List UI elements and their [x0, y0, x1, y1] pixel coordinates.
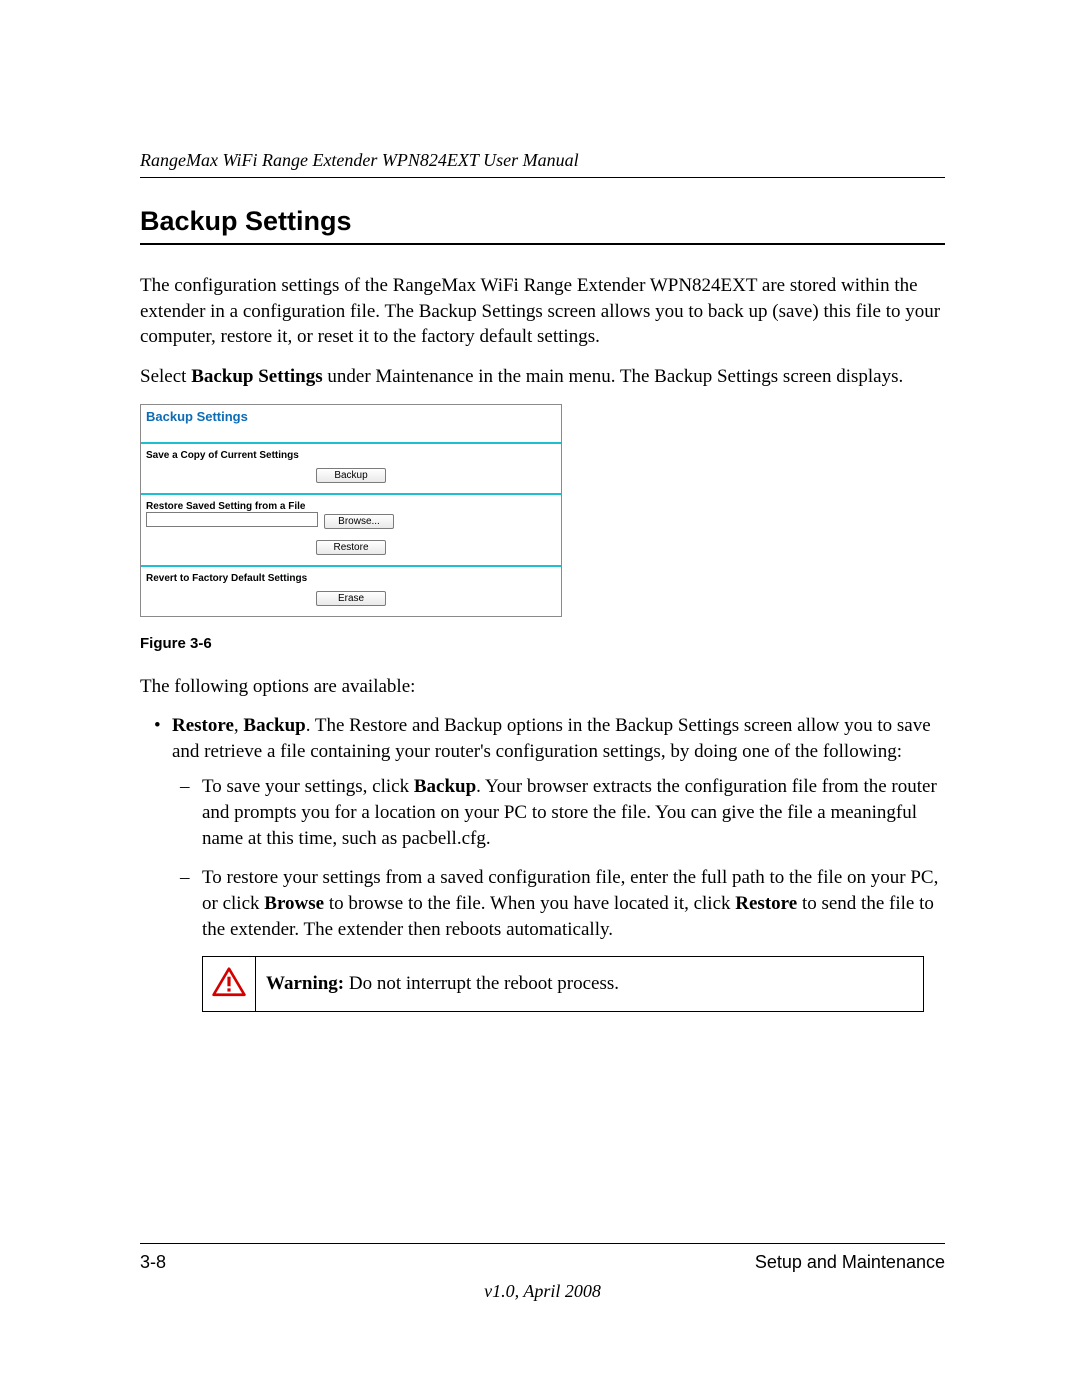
manual-page: RangeMax WiFi Range Extender WPN824EXT U…: [0, 0, 1080, 1397]
save-copy-label: Save a Copy of Current Settings: [141, 444, 561, 461]
warning-box: Warning: Do not interrupt the reboot pro…: [202, 956, 924, 1012]
erase-button[interactable]: Erase: [316, 591, 386, 606]
restore-section: Restore Saved Setting from a File Browse…: [141, 495, 561, 565]
browse-button[interactable]: Browse...: [324, 514, 394, 529]
restore-file-input[interactable]: [146, 512, 318, 527]
dash1-pre: To save your settings, click: [202, 776, 414, 797]
backup-button[interactable]: Backup: [316, 468, 386, 483]
header-rule: [140, 177, 945, 178]
dash-save-settings: To save your settings, click Backup. You…: [172, 774, 945, 851]
bullet1-sep: ,: [234, 715, 244, 736]
footer-version: v1.0, April 2008: [140, 1281, 945, 1302]
heading-rule: [140, 243, 945, 245]
warning-icon: [212, 967, 246, 1002]
dash1-bold: Backup: [414, 776, 476, 797]
warning-message: Do not interrupt the reboot process.: [344, 973, 619, 994]
footer-rule: [140, 1243, 945, 1244]
intro-paragraph-2: Select Backup Settings under Maintenance…: [140, 364, 945, 390]
panel-title: Backup Settings: [141, 405, 561, 444]
intro2-bold: Backup Settings: [191, 366, 322, 387]
restore-label: Restore Saved Setting from a File: [141, 495, 561, 512]
section-heading: Backup Settings: [140, 206, 945, 237]
warning-label: Warning:: [266, 973, 344, 994]
dash-restore-settings: To restore your settings from a saved co…: [172, 865, 945, 942]
footer-section-name: Setup and Maintenance: [755, 1252, 945, 1273]
save-copy-section: Save a Copy of Current Settings Backup: [141, 444, 561, 493]
dash2-mid: to browse to the file. When you have loc…: [324, 893, 735, 914]
bullet-list: Restore, Backup. The Restore and Backup …: [140, 713, 945, 942]
options-lead: The following options are available:: [140, 674, 945, 700]
revert-label: Revert to Factory Default Settings: [141, 567, 561, 584]
page-footer: 3-8 Setup and Maintenance v1.0, April 20…: [140, 1243, 945, 1302]
dash2-bold1: Browse: [264, 893, 324, 914]
backup-settings-panel: Backup Settings Save a Copy of Current S…: [140, 404, 562, 617]
page-number: 3-8: [140, 1252, 166, 1273]
running-header: RangeMax WiFi Range Extender WPN824EXT U…: [140, 150, 945, 171]
bullet1-bold1: Restore: [172, 715, 234, 736]
intro2-pre: Select: [140, 366, 191, 387]
revert-section: Revert to Factory Default Settings Erase: [141, 567, 561, 616]
dash2-bold2: Restore: [735, 893, 797, 914]
intro-paragraph-1: The configuration settings of the RangeM…: [140, 273, 945, 350]
bullet-restore-backup: Restore, Backup. The Restore and Backup …: [140, 713, 945, 942]
dash-list: To save your settings, click Backup. You…: [172, 774, 945, 942]
bullet1-bold2: Backup: [243, 715, 305, 736]
restore-button[interactable]: Restore: [316, 540, 386, 555]
warning-icon-cell: [203, 957, 256, 1011]
intro2-post: under Maintenance in the main menu. The …: [323, 366, 904, 387]
figure-caption: Figure 3-6: [140, 635, 945, 652]
warning-text: Warning: Do not interrupt the reboot pro…: [256, 957, 923, 1011]
